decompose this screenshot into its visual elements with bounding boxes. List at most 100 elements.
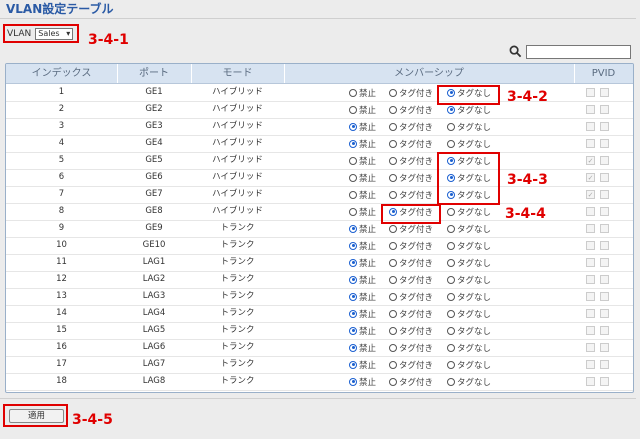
radio-untagged[interactable]: タグなし — [447, 339, 491, 356]
radio-untagged[interactable]: タグなし — [447, 237, 491, 254]
radio-button-icon[interactable] — [389, 258, 397, 267]
radio-button-icon[interactable] — [447, 360, 455, 369]
pvid-checkbox[interactable] — [586, 377, 595, 386]
radio-untagged[interactable]: タグなし — [447, 322, 491, 339]
radio-forbidden[interactable]: 禁止 — [349, 169, 376, 186]
radio-button-icon[interactable] — [389, 122, 397, 131]
pvid-checkbox[interactable] — [586, 105, 595, 114]
radio-tagged[interactable]: タグ付き — [389, 135, 433, 152]
pvid-checkbox[interactable]: ✓ — [586, 156, 595, 165]
radio-button-icon[interactable] — [349, 343, 357, 352]
radio-forbidden[interactable]: 禁止 — [349, 84, 376, 101]
radio-tagged[interactable]: タグ付き — [389, 237, 433, 254]
radio-untagged[interactable]: タグなし — [447, 254, 491, 271]
radio-tagged[interactable]: タグ付き — [389, 305, 433, 322]
radio-button-icon[interactable] — [349, 292, 357, 301]
radio-button-icon[interactable] — [349, 173, 357, 182]
radio-button-icon[interactable] — [447, 105, 455, 114]
radio-tagged[interactable]: タグ付き — [389, 373, 433, 390]
radio-tagged[interactable]: タグ付き — [389, 152, 433, 169]
radio-button-icon[interactable] — [447, 275, 455, 284]
radio-forbidden[interactable]: 禁止 — [349, 220, 376, 237]
pvid-checkbox[interactable]: ✓ — [586, 190, 595, 199]
radio-forbidden[interactable]: 禁止 — [349, 373, 376, 390]
radio-button-icon[interactable] — [349, 139, 357, 148]
radio-forbidden[interactable]: 禁止 — [349, 203, 376, 220]
radio-button-icon[interactable] — [389, 173, 397, 182]
radio-button-icon[interactable] — [389, 326, 397, 335]
radio-forbidden[interactable]: 禁止 — [349, 152, 376, 169]
pvid-checkbox[interactable] — [586, 326, 595, 335]
pvid-checkbox[interactable] — [586, 88, 595, 97]
pvid-checkbox[interactable] — [586, 207, 595, 216]
pvid-checkbox[interactable]: ✓ — [586, 173, 595, 182]
pvid-checkbox[interactable] — [586, 275, 595, 284]
pvid-checkbox[interactable] — [586, 360, 595, 369]
radio-forbidden[interactable]: 禁止 — [349, 254, 376, 271]
radio-button-icon[interactable] — [349, 122, 357, 131]
radio-untagged[interactable]: タグなし — [447, 373, 491, 390]
radio-untagged[interactable]: タグなし — [447, 135, 491, 152]
radio-button-icon[interactable] — [349, 275, 357, 284]
radio-untagged[interactable]: タグなし — [447, 305, 491, 322]
radio-button-icon[interactable] — [389, 292, 397, 301]
radio-tagged[interactable]: タグ付き — [389, 356, 433, 373]
radio-button-icon[interactable] — [349, 241, 357, 250]
radio-button-icon[interactable] — [389, 88, 397, 97]
radio-tagged[interactable]: タグ付き — [389, 118, 433, 135]
radio-forbidden[interactable]: 禁止 — [349, 135, 376, 152]
radio-forbidden[interactable]: 禁止 — [349, 237, 376, 254]
radio-button-icon[interactable] — [447, 377, 455, 386]
radio-tagged[interactable]: タグ付き — [389, 101, 433, 118]
pvid-checkbox[interactable] — [586, 292, 595, 301]
radio-button-icon[interactable] — [447, 258, 455, 267]
radio-button-icon[interactable] — [349, 309, 357, 318]
radio-button-icon[interactable] — [349, 360, 357, 369]
radio-button-icon[interactable] — [447, 309, 455, 318]
radio-untagged[interactable]: タグなし — [447, 356, 491, 373]
radio-forbidden[interactable]: 禁止 — [349, 356, 376, 373]
radio-untagged[interactable]: タグなし — [447, 288, 491, 305]
radio-forbidden[interactable]: 禁止 — [349, 322, 376, 339]
radio-button-icon[interactable] — [389, 224, 397, 233]
radio-button-icon[interactable] — [389, 275, 397, 284]
radio-forbidden[interactable]: 禁止 — [349, 118, 376, 135]
pvid-checkbox[interactable] — [586, 122, 595, 131]
radio-forbidden[interactable]: 禁止 — [349, 339, 376, 356]
radio-button-icon[interactable] — [389, 309, 397, 318]
radio-button-icon[interactable] — [349, 224, 357, 233]
radio-button-icon[interactable] — [349, 377, 357, 386]
radio-tagged[interactable]: タグ付き — [389, 288, 433, 305]
radio-tagged[interactable]: タグ付き — [389, 322, 433, 339]
search-icon[interactable] — [509, 45, 522, 58]
radio-untagged[interactable]: タグなし — [447, 118, 491, 135]
radio-button-icon[interactable] — [389, 190, 397, 199]
pvid-checkbox[interactable] — [586, 139, 595, 148]
search-input[interactable] — [526, 45, 631, 59]
radio-button-icon[interactable] — [349, 156, 357, 165]
radio-button-icon[interactable] — [447, 122, 455, 131]
radio-forbidden[interactable]: 禁止 — [349, 101, 376, 118]
radio-button-icon[interactable] — [349, 190, 357, 199]
radio-tagged[interactable]: タグ付き — [389, 186, 433, 203]
radio-button-icon[interactable] — [349, 207, 357, 216]
radio-button-icon[interactable] — [447, 224, 455, 233]
radio-button-icon[interactable] — [349, 105, 357, 114]
radio-tagged[interactable]: タグ付き — [389, 254, 433, 271]
radio-tagged[interactable]: タグ付き — [389, 84, 433, 101]
radio-button-icon[interactable] — [389, 377, 397, 386]
vlan-select[interactable]: Sales ▾ — [35, 27, 74, 40]
radio-tagged[interactable]: タグ付き — [389, 169, 433, 186]
radio-forbidden[interactable]: 禁止 — [349, 305, 376, 322]
radio-untagged[interactable]: タグなし — [447, 203, 491, 220]
radio-button-icon[interactable] — [447, 241, 455, 250]
radio-button-icon[interactable] — [447, 292, 455, 301]
pvid-checkbox[interactable] — [586, 258, 595, 267]
pvid-checkbox[interactable] — [586, 343, 595, 352]
apply-button[interactable]: 適用 — [9, 409, 64, 423]
radio-forbidden[interactable]: 禁止 — [349, 288, 376, 305]
radio-untagged[interactable]: タグなし — [447, 220, 491, 237]
pvid-checkbox[interactable] — [586, 309, 595, 318]
radio-button-icon[interactable] — [447, 207, 455, 216]
radio-tagged[interactable]: タグ付き — [389, 339, 433, 356]
